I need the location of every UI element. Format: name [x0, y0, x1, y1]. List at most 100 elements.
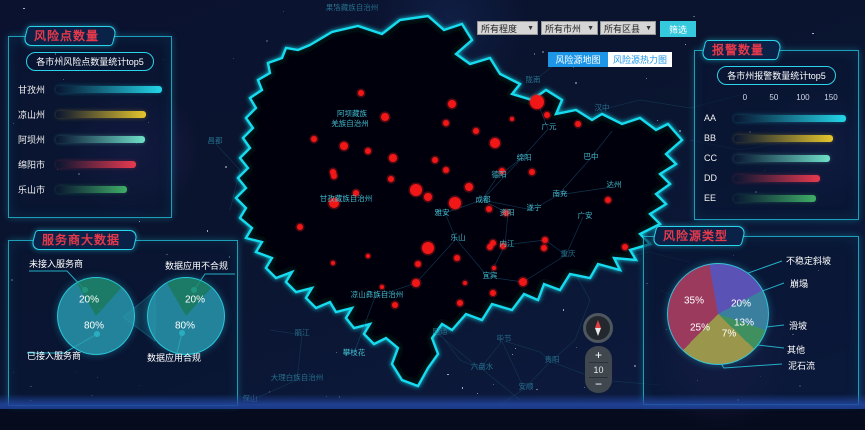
- risk-dot-marker[interactable]: [380, 285, 384, 289]
- risk-dot-marker[interactable]: [415, 261, 421, 267]
- risk-points-bar-chart: 甘孜州凉山州阿坝州绵阳市乐山市: [9, 83, 171, 196]
- chevron-down-icon: ▼: [587, 25, 594, 32]
- risk-dot-marker[interactable]: [575, 121, 581, 127]
- axis-tick: 100: [796, 93, 809, 102]
- data-compliance-pie[interactable]: [147, 277, 225, 355]
- risk-dot-marker[interactable]: [412, 279, 420, 287]
- map-place-label: 昭通: [433, 326, 448, 336]
- pie-slice-percent: 25%: [690, 323, 710, 334]
- pie-slice-percent: 20%: [731, 299, 751, 310]
- risk-dot-marker[interactable]: [366, 254, 370, 258]
- axis-tick: 50: [769, 93, 778, 102]
- risk-source-type-panel-title: 风险源类型: [654, 226, 744, 246]
- risk-dot-marker[interactable]: [465, 183, 473, 191]
- risk-dot-marker[interactable]: [490, 240, 496, 246]
- pie-slice-label: 其他: [787, 343, 805, 356]
- risk-dot-marker[interactable]: [541, 245, 547, 251]
- risk-dot-marker[interactable]: [331, 261, 335, 265]
- bar-track: [734, 175, 849, 182]
- risk-dot-marker[interactable]: [486, 206, 492, 212]
- bar-row: 乐山市: [9, 183, 171, 196]
- bar-value: [734, 175, 820, 182]
- bar-track: [56, 161, 162, 168]
- risk-dot-marker[interactable]: [443, 120, 449, 126]
- city-select-value: 所有市州: [545, 22, 581, 35]
- risk-dot-marker[interactable]: [388, 176, 394, 182]
- compass-control[interactable]: [583, 313, 613, 343]
- risk-dot-marker[interactable]: [392, 302, 398, 308]
- risk-dot-marker[interactable]: [622, 244, 628, 250]
- risk-dot-marker[interactable]: [605, 197, 611, 203]
- city-select[interactable]: 所有市州 ▼: [541, 21, 598, 35]
- map-place-label: 果洛藏族自治州: [326, 2, 379, 12]
- risk-dot-marker[interactable]: [432, 157, 438, 163]
- risk-dot-marker[interactable]: [424, 193, 432, 201]
- risk-dot-marker[interactable]: [490, 290, 496, 296]
- map-place-label: 阿坝藏族: [337, 108, 367, 118]
- zoom-level: 10: [589, 362, 608, 378]
- risk-source-map-tab[interactable]: 风险源地图: [548, 52, 608, 67]
- risk-dot-marker[interactable]: [448, 100, 456, 108]
- map-place-label: 贵阳: [545, 354, 560, 364]
- risk-dot-marker[interactable]: [492, 266, 496, 270]
- risk-source-type-pie[interactable]: [667, 263, 769, 365]
- risk-dot-marker[interactable]: [422, 242, 434, 254]
- risk-dot-marker[interactable]: [457, 300, 463, 306]
- bar-row: AA: [695, 113, 858, 123]
- risk-dot-marker[interactable]: [530, 95, 544, 109]
- risk-dot-marker[interactable]: [449, 197, 461, 209]
- bar-row: BB: [695, 133, 858, 143]
- risk-dot-marker[interactable]: [463, 281, 467, 285]
- dashboard-background: 阿坝藏族羌族自治州甘孜藏族自治州成都绵阳德阳广元巴中达州南充广安雅安乐山资阳遂宁…: [0, 0, 865, 409]
- service-provider-panel: 服务商大数据 未接入服务商20%已接入服务商80%数据应用不合规20%数据应用合…: [8, 240, 238, 406]
- risk-dot-marker[interactable]: [529, 169, 535, 175]
- risk-dot-marker[interactable]: [410, 184, 422, 196]
- risk-dot-marker[interactable]: [297, 224, 303, 230]
- risk-source-heatmap-tab[interactable]: 风险源热力图: [608, 52, 672, 67]
- risk-dot-marker[interactable]: [490, 138, 500, 148]
- pie-slice-label: 不稳定斜坡: [786, 254, 831, 267]
- risk-dot-marker[interactable]: [389, 154, 397, 162]
- bar-value: [734, 115, 846, 122]
- risk-dot-marker[interactable]: [519, 278, 527, 286]
- pie-slice-label: 崩塌: [790, 277, 808, 290]
- risk-dot-marker[interactable]: [331, 173, 337, 179]
- map-place-label: 绵阳: [517, 152, 532, 162]
- map-place-label: 广安: [578, 210, 593, 220]
- pie-slice-label: 滑坡: [789, 319, 807, 332]
- bar-label: DD: [704, 173, 730, 183]
- bar-row: 凉山州: [9, 108, 171, 121]
- alarms-subtitle: 各市州报警数量统计top5: [717, 66, 836, 85]
- bar-label: 绵阳市: [18, 158, 52, 171]
- service-access-pie[interactable]: [57, 277, 135, 355]
- risk-dot-marker[interactable]: [510, 117, 514, 121]
- degree-select-value: 所有程度: [481, 22, 517, 35]
- risk-dot-marker[interactable]: [365, 148, 371, 154]
- risk-dot-marker[interactable]: [443, 167, 449, 173]
- zoom-in-button[interactable]: +: [585, 349, 612, 361]
- risk-dot-marker[interactable]: [542, 237, 548, 243]
- risk-dot-marker[interactable]: [473, 128, 479, 134]
- zoom-out-button[interactable]: −: [585, 378, 612, 390]
- risk-dot-marker[interactable]: [454, 255, 460, 261]
- bar-track: [56, 136, 162, 143]
- bar-value: [56, 186, 127, 193]
- bar-row: 阿坝州: [9, 133, 171, 146]
- map-place-label: 大理白族自治州: [271, 372, 324, 382]
- degree-select[interactable]: 所有程度 ▼: [477, 21, 538, 35]
- risk-dot-marker[interactable]: [340, 142, 348, 150]
- risk-source-type-panel: 风险源类型 崩塌20%滑坡13%其他7%泥石流25%不稳定斜坡35%: [643, 236, 859, 405]
- filter-button[interactable]: 筛选: [660, 21, 696, 37]
- bar-track: [734, 155, 849, 162]
- risk-dot-marker[interactable]: [311, 136, 317, 142]
- pie-slice-label: 数据应用不合规: [165, 259, 228, 272]
- risk-dot-marker[interactable]: [544, 112, 550, 118]
- risk-points-panel: 风险点数量 各市州风险点数量统计top5 甘孜州凉山州阿坝州绵阳市乐山市: [8, 36, 172, 218]
- bar-row: 绵阳市: [9, 158, 171, 171]
- pie-slice-percent: 7%: [722, 329, 736, 340]
- bar-label: EE: [704, 193, 730, 203]
- risk-dot-marker[interactable]: [381, 113, 389, 121]
- map-place-label: 德阳: [492, 169, 507, 179]
- district-select[interactable]: 所有区县 ▼: [600, 21, 656, 35]
- risk-dot-marker[interactable]: [358, 90, 364, 96]
